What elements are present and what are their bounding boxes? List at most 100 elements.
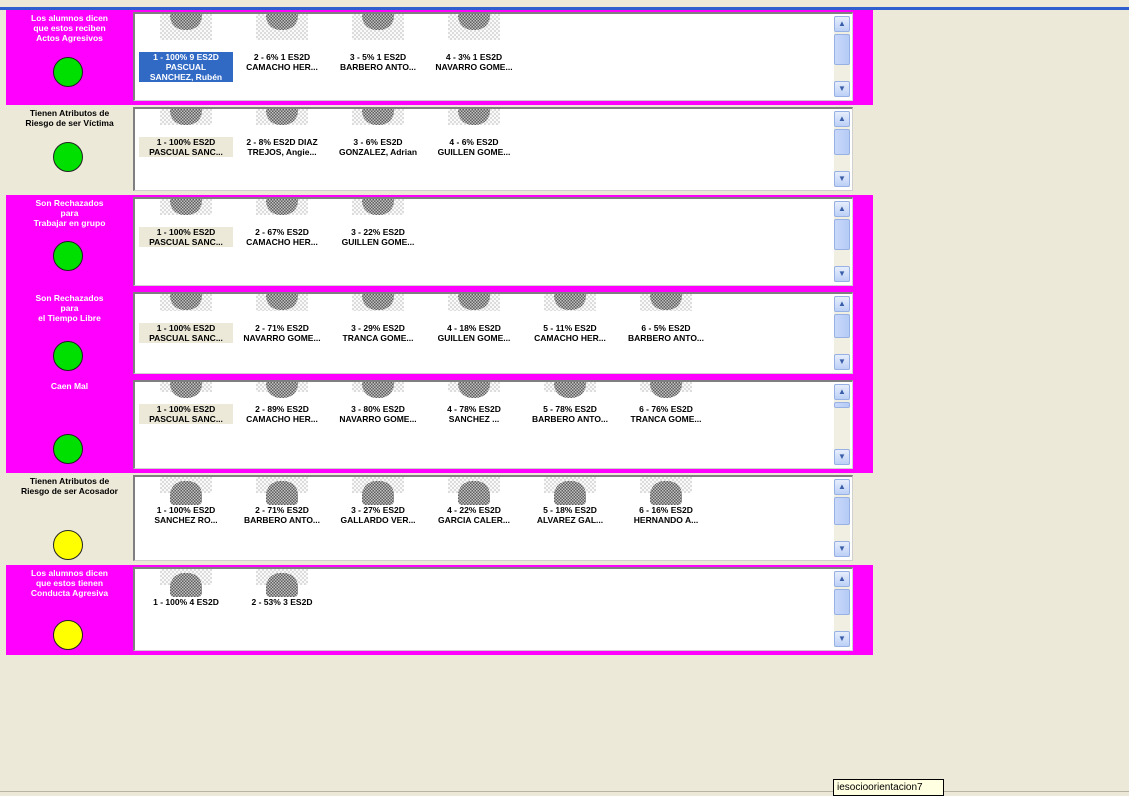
student-item[interactable]: 3 - 27% ES2D GALLARDO VER... [330,477,426,560]
student-item[interactable]: 2 - 67% ES2D CAMACHO HER... [234,199,330,285]
student-photo [448,382,500,398]
scroll-thumb[interactable] [834,34,850,65]
vertical-scrollbar[interactable]: ▲ ▼ [834,571,850,647]
scroll-thumb[interactable] [834,219,850,250]
scroll-thumb[interactable] [834,402,850,408]
student-item[interactable]: 4 - 18% ES2D GUILLEN GOME... [426,294,522,373]
student-photo [352,382,404,398]
student-item[interactable]: 4 - 22% ES2D GARCIA CALER... [426,477,522,560]
scroll-down-arrow-icon[interactable]: ▼ [834,631,850,647]
status-light-green [53,142,83,172]
student-list[interactable]: 1 - 100% ES2D SANCHEZ RO... 2 - 71% ES2D BA… [133,475,853,561]
student-item[interactable]: 4 - 3% 1 ES2D NAVARRO GOME... [426,14,522,100]
scroll-down-arrow-icon[interactable]: ▼ [834,171,850,187]
student-item[interactable]: 5 - 18% ES2D ALVAREZ GAL... [522,477,618,560]
category-panel: Tienen Atributos de Riesgo de ser Acosad… [6,473,133,565]
student-item[interactable]: 6 - 5% ES2D BARBERO ANTO... [618,294,714,373]
scroll-up-arrow-icon[interactable]: ▲ [834,384,850,400]
student-item[interactable]: 1 - 100% ES2D PASCUAL SANC... [138,199,234,285]
vertical-scrollbar[interactable]: ▲ ▼ [834,296,850,370]
caption-line2: GONZALEZ, Adrian [338,147,418,157]
student-item[interactable]: 4 - 78% ES2D SANCHEZ ... [426,382,522,468]
student-caption: 3 - 22% ES2D GUILLEN GOME... [331,227,425,247]
student-item[interactable]: 2 - 89% ES2D CAMACHO HER... [234,382,330,468]
student-item[interactable]: 2 - 71% ES2D NAVARRO GOME... [234,294,330,373]
scroll-up-arrow-icon[interactable]: ▲ [834,571,850,587]
student-item[interactable]: 5 - 11% ES2D CAMACHO HER... [522,294,618,373]
student-list[interactable]: 1 - 100% 9 ES2D PASCUAL SANCHEZ, Rubén 2 - … [133,12,853,101]
vertical-scrollbar[interactable]: ▲ ▼ [834,384,850,465]
scroll-thumb[interactable] [834,589,850,615]
student-item[interactable]: 3 - 6% ES2D GONZALEZ, Adrian [330,109,426,190]
student-item[interactable]: 1 - 100% 4 ES2D [138,569,234,650]
caption-line2: PASCUAL SANC... [149,333,223,343]
student-item[interactable]: 2 - 8% ES2D DIAZ TREJOS, Angie... [234,109,330,190]
scroll-up-arrow-icon[interactable]: ▲ [834,16,850,32]
student-item[interactable]: 6 - 16% ES2D HERNANDO A... [618,477,714,560]
caption-line1: 2 - 71% ES2D [255,505,309,515]
caption-line1: 2 - 6% 1 ES2D [253,52,311,62]
vertical-scrollbar[interactable]: ▲ ▼ [834,16,850,97]
pixelated-face-icon [266,199,298,215]
scroll-up-arrow-icon[interactable]: ▲ [834,479,850,495]
scroll-thumb[interactable] [834,497,850,525]
student-item[interactable]: 2 - 53% 3 ES2D [234,569,330,650]
student-photo [640,294,692,311]
student-item[interactable]: 3 - 22% ES2D GUILLEN GOME... [330,199,426,285]
student-photo [160,294,212,311]
scroll-down-arrow-icon[interactable]: ▼ [834,354,850,370]
student-list[interactable]: 1 - 100% 4 ES2D 2 - 53% 3 ES2D ▲ ▼ [133,567,853,651]
student-item[interactable]: 6 - 76% ES2D TRANCA GOME... [618,382,714,468]
student-photo [256,14,308,40]
caption-line2: GALLARDO VER... [340,515,416,525]
scroll-thumb[interactable] [834,314,850,338]
caption-line2: TREJOS, Angie... [247,147,317,157]
scroll-down-arrow-icon[interactable]: ▼ [834,81,850,97]
status-light-yellow [53,620,83,650]
student-item[interactable]: 2 - 71% ES2D BARBERO ANTO... [234,477,330,560]
student-item[interactable]: 4 - 6% ES2D GUILLEN GOME... [426,109,522,190]
scroll-thumb[interactable] [834,129,850,155]
scroll-up-arrow-icon[interactable]: ▲ [834,111,850,127]
student-caption: 2 - 71% ES2D BARBERO ANTO... [235,505,329,525]
vertical-scrollbar[interactable]: ▲ ▼ [834,201,850,282]
student-item[interactable]: 1 - 100% 9 ES2D PASCUAL SANCHEZ, Rubén [138,14,234,100]
caption-line1: 2 - 67% ES2D [255,227,309,237]
scroll-up-arrow-icon[interactable]: ▲ [834,201,850,217]
student-list[interactable]: 1 - 100% ES2D PASCUAL SANC... 2 - 67% ES2D… [133,197,853,286]
scroll-up-arrow-icon[interactable]: ▲ [834,296,850,312]
student-item[interactable]: 3 - 5% 1 ES2D BARBERO ANTO... [330,14,426,100]
caption-line2: BARBERO ANTO... [339,62,417,72]
caption-line1: 6 - 16% ES2D [639,505,693,515]
student-item[interactable]: 5 - 78% ES2D BARBERO ANTO... [522,382,618,468]
pixelated-face-icon [362,109,394,125]
vertical-scrollbar[interactable]: ▲ ▼ [834,479,850,557]
status-light-yellow [53,530,83,560]
student-item[interactable]: 2 - 6% 1 ES2D CAMACHO HER... [234,14,330,100]
student-item[interactable]: 1 - 100% ES2D PASCUAL SANC... [138,294,234,373]
scroll-down-arrow-icon[interactable]: ▼ [834,541,850,557]
vertical-scrollbar[interactable]: ▲ ▼ [834,111,850,187]
pixelated-face-icon [266,109,298,125]
student-item[interactable]: 3 - 80% ES2D NAVARRO GOME... [330,382,426,468]
pixelated-face-icon [650,481,682,505]
caption-line1: 6 - 5% ES2D [641,323,691,333]
caption-line2: GUILLEN GOME... [341,237,415,247]
student-item[interactable]: 1 - 100% ES2D PASCUAL SANC... [138,382,234,468]
student-list[interactable]: 1 - 100% ES2D PASCUAL SANC... 2 - 89% ES2D… [133,380,853,469]
scroll-down-arrow-icon[interactable]: ▼ [834,449,850,465]
scroll-down-arrow-icon[interactable]: ▼ [834,266,850,282]
category-title: Son Rechazados para el Tiempo Libre [35,293,104,323]
student-item[interactable]: 3 - 29% ES2D TRANCA GOME... [330,294,426,373]
student-item[interactable]: 1 - 100% ES2D PASCUAL SANC... [138,109,234,190]
student-item[interactable]: 1 - 100% ES2D SANCHEZ RO... [138,477,234,560]
student-photo [544,294,596,311]
student-list-items: 1 - 100% ES2D PASCUAL SANC... 2 - 89% ES2D… [138,382,828,468]
student-list[interactable]: 1 - 100% ES2D PASCUAL SANC... 2 - 71% ES2D… [133,292,853,374]
student-list-items: 1 - 100% ES2D PASCUAL SANC... 2 - 71% ES2D… [138,294,828,373]
caption-line2: NAVARRO GOME... [435,62,513,72]
caption-line2: TRANCA GOME... [630,414,702,424]
student-list[interactable]: 1 - 100% ES2D PASCUAL SANC... 2 - 8% ES2D … [133,107,853,191]
student-photo [448,294,500,311]
caption-line2: NAVARRO GOME... [339,414,417,424]
